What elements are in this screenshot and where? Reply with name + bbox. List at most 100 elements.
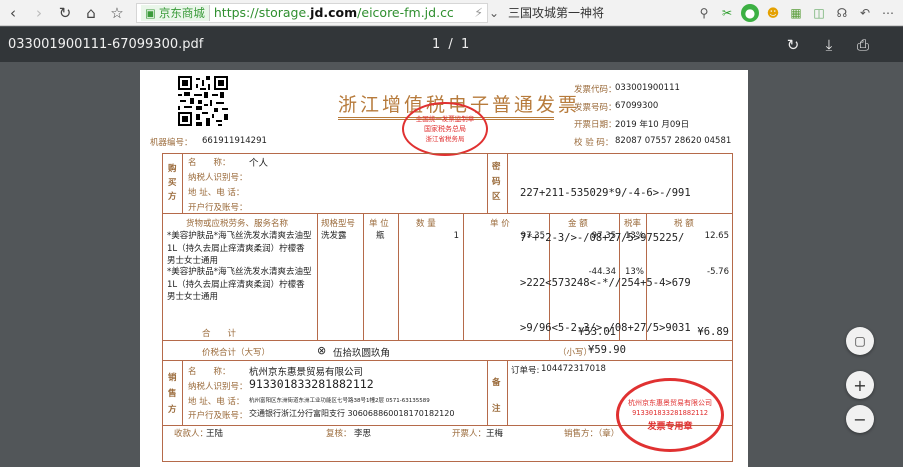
seller-side-label: 销售方 <box>168 373 177 415</box>
total-label: 合 计 <box>202 329 237 339</box>
buyer-addr-label: 地 址、电 话： <box>188 188 245 198</box>
seller-stamp-label: 销售方：（章） <box>564 429 620 439</box>
home-icon[interactable]: ⌂ <box>78 0 104 26</box>
forward-icon[interactable]: › <box>26 0 52 26</box>
item-qty: 1 <box>453 231 459 241</box>
back-icon[interactable]: ‹ <box>0 0 26 26</box>
page-separator: / <box>448 37 453 52</box>
stamp-label: 发票专用章 <box>647 422 693 432</box>
fit-page-icon[interactable]: ▢ <box>846 327 874 355</box>
item-tax: -5.76 <box>707 267 729 277</box>
drawer-label: 开票人： <box>452 429 487 439</box>
col-goods: 货物或应税劳务、服务名称 <box>186 219 289 229</box>
extension-icon[interactable]: ● <box>741 3 759 22</box>
seller-bank: 交通银行浙江分行富阳支行 306068860018170182120 <box>249 409 455 418</box>
drawer: 王梅 <box>486 429 504 439</box>
buyer-tax-label: 纳税人识别号： <box>188 173 248 183</box>
col-amount: 金 额 <box>568 219 588 229</box>
check-code: 82087 07557 28620 04581 <box>615 136 732 146</box>
col-tax: 税 额 <box>674 219 694 229</box>
order-label: 订单号: <box>511 366 540 376</box>
reviewer-label: 复核： <box>326 429 352 439</box>
total-tax: ¥6.89 <box>697 326 729 338</box>
item-rate: 13% <box>625 231 644 241</box>
check-label: 校 验 码： <box>574 138 614 148</box>
col-unit: 单 位 <box>369 219 389 229</box>
address-bar[interactable]: ▣ 京东商城 https://storage. jd.com/eicore-fm.j… <box>136 2 488 23</box>
emoji-icon[interactable]: ☻ <box>764 4 782 22</box>
site-badge: ▣ 京东商城 <box>141 4 210 21</box>
undo-icon[interactable]: ↶ <box>856 4 874 22</box>
buyer-bank-label: 开户行及账号： <box>188 203 248 213</box>
seller-addr: 杭州富阳区东洲街道东洲工业功能区七号路38号1幢2层 0571-63135589 <box>249 398 430 404</box>
print-icon[interactable]: ⎙ <box>852 34 874 56</box>
dropdown-chevron-icon[interactable]: ⌄ <box>488 4 500 22</box>
invoice-seal-stamp: 杭州京东惠景贸易有限公司 913301833281882112 发票专用章 <box>616 378 724 452</box>
download-icon[interactable]: ⤓ <box>818 34 840 56</box>
sum-words: 伍拾玖圆玖角 <box>333 348 391 359</box>
payee-label: 收款人： <box>174 429 209 439</box>
reviewer: 李思 <box>354 429 372 439</box>
item-name: *美容护肤品*海飞丝洗发水清爽去油型1L（持久去屑止痒清爽柔润）柠檬香 男士女士… <box>167 231 312 266</box>
stamp-top-sub: 国家税务总局 <box>424 125 466 133</box>
url-scheme: https:// <box>213 5 259 20</box>
stamp-taxno: 913301833281882112 <box>632 409 708 417</box>
sum-small: ¥59.90 <box>588 344 626 356</box>
scissors-icon[interactable]: ✂ <box>718 4 736 22</box>
seller-tax: 913301833281882112 <box>249 377 374 391</box>
lightning-icon[interactable]: ⚡ <box>468 5 483 20</box>
zoom-in-button[interactable]: + <box>846 371 874 399</box>
apps-icon[interactable]: ◫ <box>810 4 828 22</box>
menu-icon[interactable]: ⋯ <box>879 4 897 22</box>
item-unit: 瓶 <box>376 231 385 241</box>
invoice-date: 2019 年10 月09日 <box>615 120 690 130</box>
order-number: 104472317018 <box>541 364 606 374</box>
bookmark-star-icon[interactable]: ☆ <box>104 0 130 26</box>
item-amount: 97.35 <box>591 231 616 241</box>
page-indicator: 1 / 1 <box>432 37 469 52</box>
invoice-page: 浙江增值税电子普通发票 全国统一发票监制章 国家税务总局 浙江省税务局 机器编号… <box>140 70 748 467</box>
number-label: 发票号码： <box>574 103 617 113</box>
grid-icon[interactable]: ▦ <box>787 4 805 22</box>
rotate-icon[interactable]: ↻ <box>782 34 804 56</box>
cipher-line: 227+211-535029*9/-4-6>-/991 <box>520 187 691 199</box>
url-host-prefix: storage. <box>258 5 311 20</box>
sum-small-label: （小写） <box>558 348 593 358</box>
pdf-toolbar: 033001900111-67099300.pdf 1 / 1 ↻ ⤓ ⎙ <box>0 27 903 62</box>
buyer-side-label: 购买方 <box>168 164 177 202</box>
reload-icon[interactable]: ↻ <box>52 0 78 26</box>
code-label: 发票代码： <box>574 85 617 95</box>
machine-no-label: 机器编号： <box>150 138 193 148</box>
browser-toolbar: ‹ › ↻ ⌂ ☆ ▣ 京东商城 https://storage. jd.com/e… <box>0 0 903 26</box>
buyer-name-label: 名 称： <box>188 158 231 168</box>
seller-name-label: 名 称： <box>188 367 231 377</box>
date-label: 开票日期： <box>574 120 617 130</box>
seller-tax-label: 纳税人识别号： <box>188 382 248 392</box>
page-current[interactable]: 1 <box>432 37 440 52</box>
sum-label: 价税合计（大写） <box>202 348 271 358</box>
item-amount: -44.34 <box>588 267 616 277</box>
sum-cross-icon: ⊗ <box>317 344 327 357</box>
headphone-icon[interactable]: ☊ <box>833 4 851 22</box>
url-host-domain: jd.com <box>310 5 358 20</box>
pdf-filename: 033001900111-67099300.pdf <box>8 37 204 52</box>
site-label: 京东商城 <box>158 5 205 20</box>
search-text: 三国攻城第一神将 <box>508 6 605 20</box>
seller-addr-label: 地 址、电 话： <box>188 397 245 407</box>
stamp-top-bottom: 浙江省税务局 <box>425 135 465 143</box>
qr-code <box>178 76 228 126</box>
page-total: 1 <box>460 37 470 52</box>
search-icon[interactable]: ⚲ <box>695 4 713 22</box>
col-price: 单 价 <box>490 219 510 229</box>
stamp-top-text: 全国统一发票监制章 <box>415 115 475 123</box>
tax-bureau-stamp: 全国统一发票监制章 国家税务总局 浙江省税务局 <box>402 102 488 156</box>
buyer-name: 个人 <box>249 158 269 169</box>
item-price: 97.35 <box>520 231 545 241</box>
search-box[interactable]: 三国攻城第一神将 <box>508 3 658 23</box>
zoom-out-button[interactable]: − <box>846 405 874 433</box>
invoice-code: 033001900111 <box>615 83 680 93</box>
total-amount: ¥53.01 <box>578 326 616 338</box>
seller-bank-label: 开户行及账号： <box>188 411 248 421</box>
machine-no: 661911914291 <box>202 136 267 146</box>
item-rate: 13% <box>625 267 644 277</box>
